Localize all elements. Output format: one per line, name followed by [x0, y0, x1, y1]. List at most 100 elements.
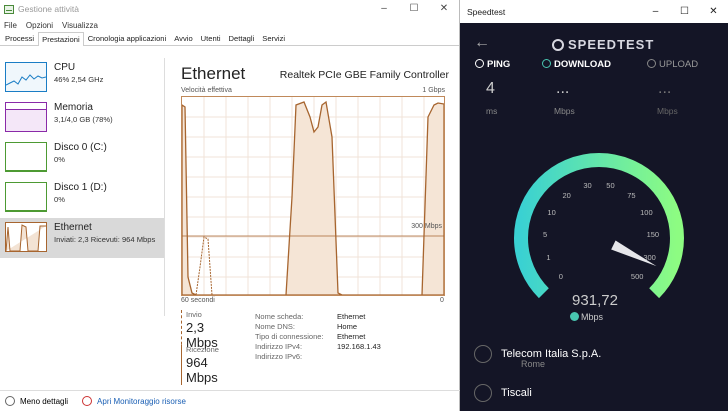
- open-resource-monitor-link[interactable]: Apri Monitoraggio risorse: [97, 397, 186, 406]
- result-unit-label: Mbps: [581, 312, 604, 322]
- detail-key-adapter: Nome scheda:: [255, 312, 304, 321]
- tab-details[interactable]: Dettagli: [225, 31, 259, 45]
- ethernet-detail-panel: Ethernet Realtek PCIe GBE Family Control…: [175, 58, 455, 393]
- detail-key-connection: Tipo di connessione:: [255, 332, 324, 341]
- sidebar-value-disk0: 0%: [54, 155, 65, 164]
- gauge-tick-label: 75: [627, 191, 635, 200]
- gauge-tick-label: 100: [640, 208, 653, 217]
- sidebar-value-disk1: 0%: [54, 195, 65, 204]
- graph-mid-label: 300 Mbps: [411, 223, 442, 230]
- ping-icon: [475, 59, 484, 68]
- menu-options[interactable]: Opzioni: [26, 21, 53, 30]
- gauge-tick-label: 10: [547, 208, 555, 217]
- receive-value: 964 Mbps: [186, 355, 218, 385]
- sidebar-item-disk1[interactable]: Disco 1 (D:) 0%: [0, 178, 164, 218]
- tab-users[interactable]: Utenti: [197, 31, 225, 45]
- speedtest-maximize-icon[interactable]: ☐: [670, 0, 699, 23]
- memory-thumbnail-graph: [5, 102, 47, 132]
- menu-file[interactable]: File: [4, 21, 17, 30]
- server-info[interactable]: Tiscali: [474, 384, 724, 402]
- sidebar-label-disk0: Disco 0 (C:): [54, 142, 107, 153]
- tab-performance[interactable]: Prestazioni: [38, 32, 84, 46]
- tab-services[interactable]: Servizi: [258, 31, 289, 45]
- performance-sidebar: CPU 46% 2,54 GHz Memoria 3,1/4,0 GB (78%) …: [0, 58, 165, 316]
- minimize-icon[interactable]: –: [369, 0, 399, 18]
- download-result-icon: [570, 312, 579, 321]
- gauge-tick-label: 5: [543, 230, 547, 239]
- speedtest-minimize-icon[interactable]: –: [641, 0, 670, 23]
- sidebar-item-ethernet[interactable]: Ethernet Inviati: 2,3 Ricevuti: 964 Mbps: [0, 218, 164, 258]
- upload-icon: [647, 59, 656, 68]
- detail-key-dns: Nome DNS:: [255, 322, 296, 331]
- gauge-tick-label: 30: [583, 181, 591, 190]
- detail-value-dns: Home: [337, 322, 358, 331]
- disk1-thumbnail-graph: [5, 182, 47, 212]
- sidebar-item-memory[interactable]: Memoria 3,1/4,0 GB (78%): [0, 98, 164, 138]
- task-manager-titlebar[interactable]: Gestione attività – ☐ ✕: [0, 0, 459, 18]
- throughput-graph: 300 Mbps: [181, 96, 445, 296]
- upload-metric: UPLOAD: [647, 59, 698, 70]
- speedtest-logo-icon: [552, 38, 564, 51]
- sidebar-value-cpu: 46% 2,54 GHz: [54, 75, 104, 84]
- gauge-tick-label: 150: [647, 230, 660, 239]
- send-stat: Invio 2,3 Mbps: [181, 310, 218, 350]
- sidebar-value-ethernet: Inviati: 2,3 Ricevuti: 964 Mbps: [54, 235, 156, 244]
- detail-key-ipv6: Indirizzo IPv6:: [255, 352, 303, 361]
- speedtest-header: ← SPEEDTEST: [460, 35, 728, 53]
- tab-startup[interactable]: Avvio: [170, 31, 196, 45]
- task-manager-app-icon: [4, 4, 14, 14]
- sidebar-label-disk1: Disco 1 (D:): [54, 182, 107, 193]
- gauge-tick-label: 0: [559, 272, 563, 281]
- task-manager-window: Gestione attività – ☐ ✕ File Opzioni Vis…: [0, 0, 460, 411]
- ping-metric: PING: [475, 59, 510, 70]
- graph-max-label: 1 Gbps: [422, 87, 445, 94]
- menu-bar: File Opzioni Visualizza: [0, 18, 459, 32]
- download-label: DOWNLOAD: [554, 59, 611, 70]
- result-unit: Mbps: [570, 312, 603, 322]
- back-arrow-icon[interactable]: ←: [474, 35, 490, 51]
- tab-bar: Processi Prestazioni Cronologia applicaz…: [0, 32, 459, 46]
- gauge-tick-label: 1: [546, 253, 550, 262]
- tab-app-history[interactable]: Cronologia applicazioni: [84, 31, 171, 45]
- ping-label: PING: [487, 59, 511, 70]
- page-title: Ethernet: [181, 64, 246, 83]
- gauge-tick-label: 50: [606, 181, 614, 190]
- speedtest-close-icon[interactable]: ✕: [699, 0, 728, 23]
- sidebar-label-memory: Memoria: [54, 102, 93, 113]
- speedtest-window: Speedtest – ☐ ✕ ← SPEEDTEST PING 4 ms DO…: [460, 0, 728, 411]
- download-value: ...: [556, 80, 570, 97]
- sidebar-item-cpu[interactable]: CPU 46% 2,54 GHz: [0, 58, 164, 98]
- upload-unit: Mbps: [657, 106, 678, 116]
- ping-value: 4: [486, 80, 495, 97]
- speedtest-logo-text: SPEEDTEST: [568, 37, 655, 52]
- gauge-tick-label: 20: [562, 191, 570, 200]
- tab-processes[interactable]: Processi: [1, 31, 38, 45]
- status-bar: Meno dettagli Apri Monitoraggio risorse: [0, 390, 460, 411]
- resource-monitor-icon: [82, 396, 93, 406]
- close-icon[interactable]: ✕: [429, 0, 459, 18]
- cpu-thumbnail-graph: [5, 62, 47, 92]
- disk0-thumbnail-graph: [5, 142, 47, 172]
- ping-unit: ms: [486, 106, 498, 116]
- server-icon: [474, 384, 492, 402]
- download-unit: Mbps: [554, 106, 575, 116]
- result-value: 931,72: [572, 292, 618, 309]
- speed-gauge: 0 1 5 10 20 30 50 75 100 150 300 500: [504, 143, 694, 303]
- sidebar-value-memory: 3,1/4,0 GB (78%): [54, 115, 113, 124]
- send-label: Invio: [186, 310, 202, 319]
- maximize-icon[interactable]: ☐: [399, 0, 429, 18]
- task-manager-title: Gestione attività: [18, 4, 79, 14]
- sidebar-item-disk0[interactable]: Disco 0 (C:) 0%: [0, 138, 164, 178]
- ethernet-thumbnail-graph: [5, 222, 47, 252]
- fewer-details-button[interactable]: Meno dettagli: [20, 397, 68, 406]
- menu-view[interactable]: Visualizza: [62, 21, 98, 30]
- download-icon: [542, 59, 551, 68]
- detail-value-adapter: Ethernet: [337, 312, 366, 321]
- speedtest-logo: SPEEDTEST: [552, 37, 654, 52]
- isp-info: Telecom Italia S.p.A. Rome: [474, 345, 724, 369]
- detail-value-ipv4: 192.168.1.43: [337, 342, 381, 351]
- chevron-up-icon[interactable]: [5, 396, 15, 406]
- graph-time-label: 60 secondi: [181, 297, 215, 304]
- adapter-name: Realtek PCIe GBE Family Controller: [279, 69, 449, 81]
- speedtest-titlebar[interactable]: Speedtest – ☐ ✕: [460, 0, 728, 23]
